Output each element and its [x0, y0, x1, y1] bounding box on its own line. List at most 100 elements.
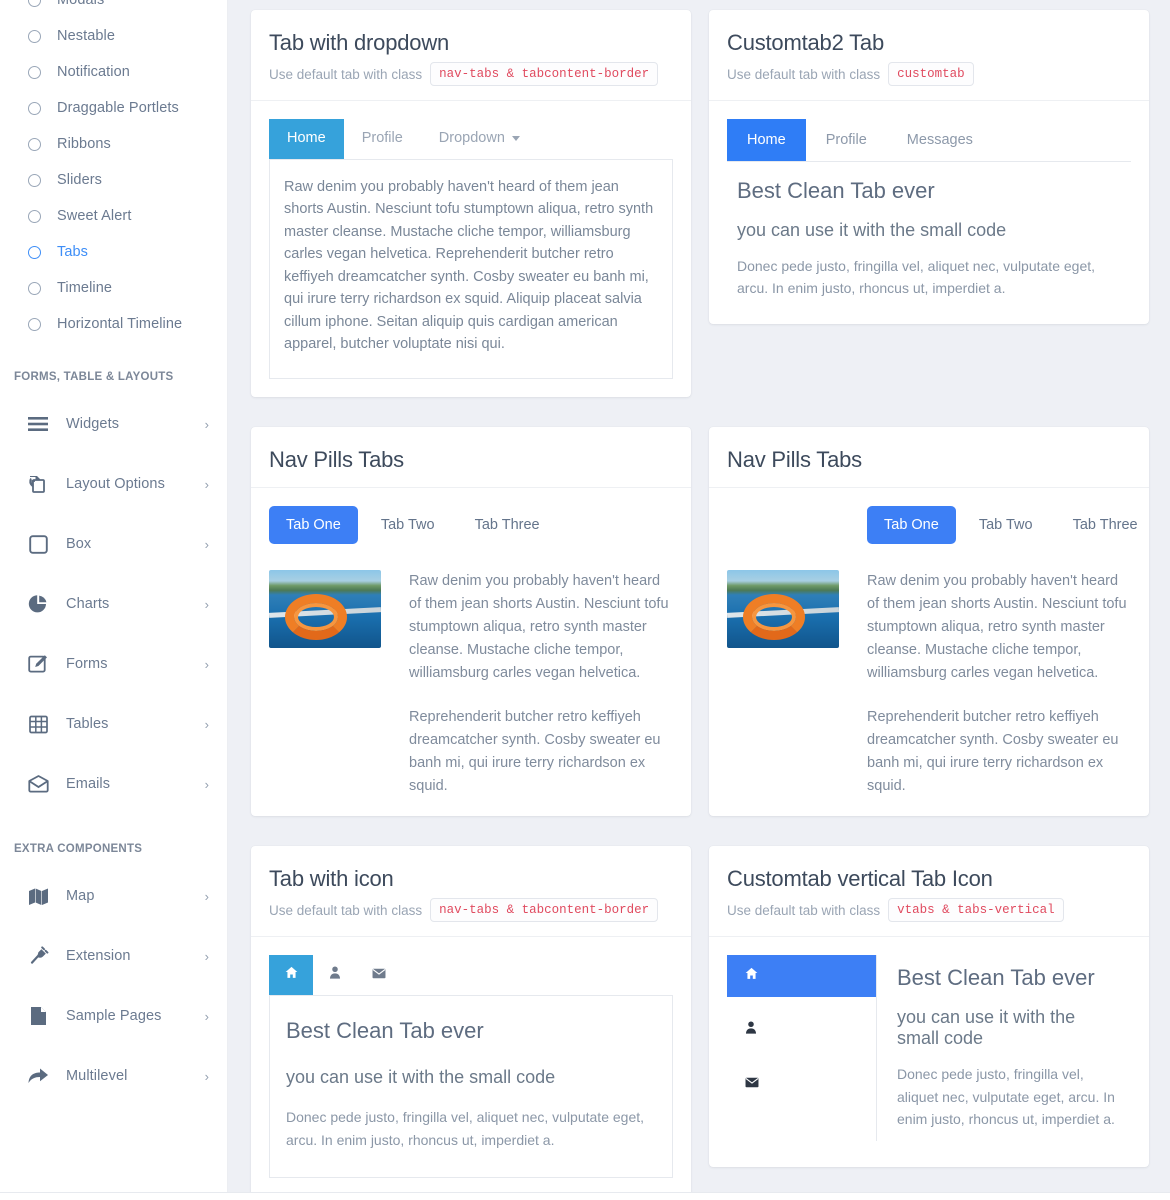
envelope-icon: [745, 1075, 759, 1093]
card-body: Best Clean Tab ever you can use it with …: [709, 937, 1149, 1166]
bullet-icon: [28, 245, 41, 259]
tab-panel-home: Raw denim you probably haven't heard of …: [269, 159, 673, 379]
column-left-3: Tab with icon Use default tab with class…: [242, 846, 700, 1200]
file-icon: [26, 1004, 50, 1028]
sidebar-item-label: Nestable: [57, 28, 116, 44]
card-subtitle: Use default tab with class customtab: [727, 62, 1131, 86]
bullet-icon: [28, 0, 41, 7]
sidebar-item-label: Extension: [66, 948, 131, 964]
card-body: Home Profile Messages Best Clean Tab eve…: [709, 101, 1149, 324]
bullet-icon: [28, 65, 41, 79]
sidebar-item-label: Layout Options: [66, 476, 165, 492]
panel-heading: Best Clean Tab ever: [737, 178, 935, 203]
sidebar-item-tables[interactable]: Tables ›: [0, 694, 227, 754]
tab-label: Home: [287, 130, 326, 146]
tab-home[interactable]: Home: [269, 119, 344, 159]
tab-spacer: [727, 997, 876, 1009]
sidebar-item-nestable[interactable]: Nestable: [0, 18, 227, 54]
sidebar-item-extension[interactable]: Extension ›: [0, 926, 227, 986]
tab-profile[interactable]: Profile: [344, 119, 421, 159]
pill-tab-two[interactable]: Tab Two: [364, 506, 452, 544]
sidebar-item-horizontal-timeline[interactable]: Horizontal Timeline: [0, 306, 227, 342]
sidebar-item-charts[interactable]: Charts ›: [0, 574, 227, 634]
pill-tab-three[interactable]: Tab Three: [458, 506, 557, 544]
sidebar-item-label: Horizontal Timeline: [57, 316, 183, 332]
panel-heading: Best Clean Tab ever: [897, 965, 1095, 991]
sidebar-item-timeline[interactable]: Timeline: [0, 270, 227, 306]
rope-shape: [285, 593, 347, 640]
panel-subheading: you can use it with the small code: [897, 1007, 1076, 1049]
sidebar-forms-list: Widgets › Layout Options › Box › Charts …: [0, 394, 227, 814]
sidebar-item-label: Box: [66, 536, 92, 552]
chevron-right-icon: ›: [204, 536, 209, 552]
vertical-tab-bar: [727, 955, 877, 1141]
bullet-icon: [28, 281, 41, 295]
pill-bar: Tab One Tab Two Tab Three: [727, 505, 1138, 544]
chevron-right-icon: ›: [204, 656, 209, 672]
page-title: Customtab vertical Tab Icon: [727, 866, 993, 892]
rope-photo-thumbnail: [269, 569, 381, 648]
tab-profile[interactable]: Profile: [806, 119, 887, 161]
tab-messages[interactable]: [357, 955, 401, 995]
sidebar-item-layout-options[interactable]: Layout Options ›: [0, 454, 227, 514]
page-title: Tab with icon: [269, 866, 394, 892]
sidebar-item-label: Ribbons: [57, 136, 111, 152]
panel-paragraph: Donec pede justo, fringilla vel, aliquet…: [897, 1066, 1115, 1128]
bullet-icon: [28, 29, 41, 43]
pill-panel-one: Raw denim you probably haven't heard of …: [269, 544, 673, 799]
rope-photo-thumbnail: [727, 569, 839, 648]
sidebar-item-multilevel[interactable]: Multilevel ›: [0, 1046, 227, 1106]
sidebar-item-sample-pages[interactable]: Sample Pages ›: [0, 986, 227, 1046]
chevron-right-icon: ›: [204, 716, 209, 732]
sidebar-item-map[interactable]: Map ›: [0, 866, 227, 926]
page-title: Nav Pills Tabs: [269, 446, 404, 472]
sidebar-item-sliders[interactable]: Sliders: [0, 162, 227, 198]
sidebar-item-label: Forms: [66, 656, 108, 672]
tab-home[interactable]: Home: [727, 119, 806, 161]
tab-profile[interactable]: [313, 955, 357, 995]
tab-panel-home: Best Clean Tab ever you can use it with …: [269, 996, 673, 1179]
card-tab-with-icon: Tab with icon Use default tab with class…: [251, 846, 691, 1197]
panel-inner: Best Clean Tab ever you can use it with …: [284, 1012, 658, 1155]
sidebar-item-notification[interactable]: Notification: [0, 54, 227, 90]
sidebar-item-modals[interactable]: Modals: [0, 0, 227, 18]
sidebar-item-label: Tables: [66, 716, 109, 732]
pill-tab-one[interactable]: Tab One: [269, 505, 358, 544]
home-icon: [745, 967, 758, 985]
pill-panel-text: Raw denim you probably haven't heard of …: [409, 570, 673, 799]
pill-tab-three[interactable]: Tab Three: [1056, 506, 1155, 544]
sidebar-item-box[interactable]: Box ›: [0, 514, 227, 574]
layers-icon: [26, 472, 50, 496]
tab-home[interactable]: [727, 955, 876, 998]
sidebar-item-forms[interactable]: Forms ›: [0, 634, 227, 694]
sidebar-item-emails[interactable]: Emails ›: [0, 754, 227, 814]
panel-paragraph-1: Raw denim you probably haven't heard of …: [409, 572, 669, 682]
sidebar-item-label: Map: [66, 888, 95, 904]
main-content: Tab with dropdown Use default tab with c…: [228, 0, 1170, 1200]
sidebar-item-label: Draggable Portlets: [57, 100, 179, 116]
sidebar-item-draggable-portlets[interactable]: Draggable Portlets: [0, 90, 227, 126]
tab-messages[interactable]: [727, 1063, 876, 1105]
sidebar-item-tabs[interactable]: Tabs: [0, 234, 227, 270]
column-right-1: Customtab2 Tab Use default tab with clas…: [700, 10, 1158, 427]
chevron-right-icon: ›: [204, 476, 209, 492]
bullet-icon: [28, 173, 41, 187]
tab-dropdown[interactable]: Dropdown: [421, 119, 538, 159]
card-header: Customtab2 Tab Use default tab with clas…: [709, 10, 1149, 101]
panel-paragraph-2: Reprehenderit butcher retro keffiyeh dre…: [409, 708, 661, 795]
card-tab-with-dropdown: Tab with dropdown Use default tab with c…: [251, 10, 691, 397]
chevron-right-icon: ›: [204, 948, 209, 964]
pill-bar: Tab One Tab Two Tab Three: [269, 505, 673, 544]
tab-messages[interactable]: Messages: [887, 119, 993, 161]
card-header: Customtab vertical Tab Icon Use default …: [709, 846, 1149, 938]
sidebar-item-label: Sliders: [57, 172, 103, 188]
sidebar-item-widgets[interactable]: Widgets ›: [0, 394, 227, 454]
sidebar-item-sweet-alert[interactable]: Sweet Alert: [0, 198, 227, 234]
pill-tab-two[interactable]: Tab Two: [962, 506, 1050, 544]
chevron-right-icon: ›: [204, 596, 209, 612]
pill-tab-one[interactable]: Tab One: [867, 505, 956, 544]
sidebar-item-ribbons[interactable]: Ribbons: [0, 126, 227, 162]
tab-profile[interactable]: [727, 1009, 876, 1051]
icon-tab-bar: [269, 955, 673, 997]
tab-home[interactable]: [269, 955, 313, 996]
